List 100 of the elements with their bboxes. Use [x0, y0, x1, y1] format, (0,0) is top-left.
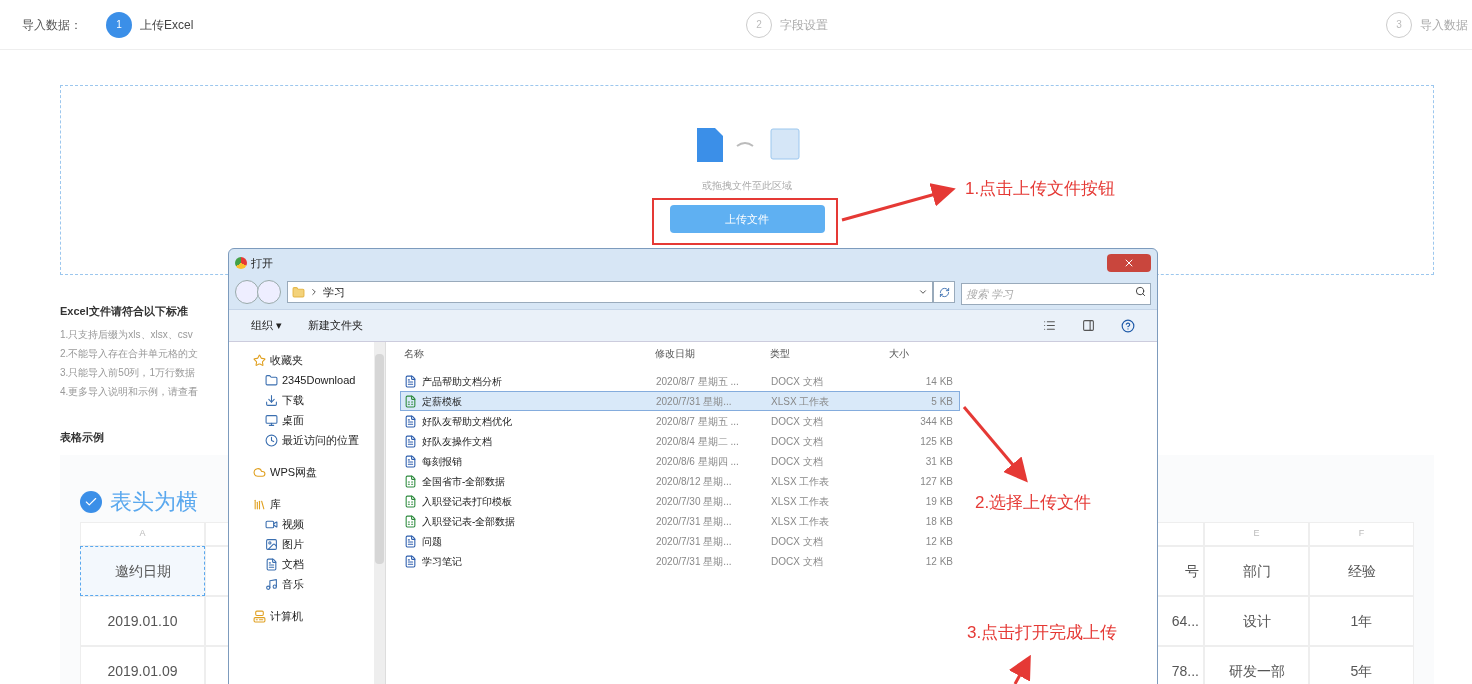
file-row[interactable]: 每刻报销 2020/8/6 星期四 ... DOCX 文档 31 KB — [400, 451, 960, 471]
file-row[interactable]: 入职登记表-全部数据 2020/7/31 星期... XLSX 工作表 18 KB — [400, 511, 960, 531]
column-header[interactable]: 修改日期 — [655, 345, 770, 361]
preview-pane-icon[interactable] — [1082, 319, 1095, 332]
annotation-text: 3.点击打开完成上传 — [967, 622, 1118, 644]
search-icon — [1135, 286, 1146, 297]
sidebar-item[interactable]: 最近访问的位置 — [253, 432, 374, 449]
file-row[interactable]: 好队友帮助文档优化 2020/8/7 星期五 ... DOCX 文档 344 KB — [400, 411, 960, 431]
annotation-text: 2.选择上传文件 — [975, 492, 1092, 514]
file-size: 12 KB — [924, 534, 954, 549]
file-name: 定薪模板 — [422, 394, 462, 409]
file-row[interactable]: 好队友操作文档 2020/8/4 星期二 ... DOCX 文档 125 KB — [400, 431, 960, 451]
file-name: 入职登记表-全部数据 — [422, 514, 516, 529]
file-type: DOCX 文档 — [771, 374, 824, 389]
file-date: 2020/7/31 星期... — [656, 394, 733, 409]
file-size: 19 KB — [924, 494, 954, 509]
dropdown-icon[interactable] — [918, 287, 928, 297]
sidebar-item[interactable]: 文档 — [253, 556, 374, 573]
file-name: 问题 — [422, 534, 442, 549]
file-date: 2020/8/7 星期五 ... — [656, 374, 740, 389]
file-size: 12 KB — [924, 554, 954, 569]
close-icon — [1123, 257, 1135, 269]
sidebar-item[interactable]: 图片 — [253, 536, 374, 553]
step-title: 导入数据 — [1420, 16, 1468, 34]
sidebar-item[interactable]: 桌面 — [253, 412, 374, 429]
file-date: 2020/7/31 星期... — [656, 514, 733, 529]
sidebar-item[interactable]: 收藏夹 — [253, 352, 374, 369]
file-date: 2020/7/30 星期... — [656, 494, 733, 509]
file-date: 2020/7/31 星期... — [656, 534, 733, 549]
column-header[interactable]: 类型 — [770, 345, 885, 361]
file-size: 14 KB — [924, 374, 954, 389]
table-cell: 部门 — [1204, 546, 1309, 596]
document-file-icon — [404, 434, 417, 448]
forward-button[interactable] — [257, 280, 281, 304]
sidebar-item[interactable]: 2345Download — [253, 372, 374, 389]
file-type: DOCX 文档 — [771, 434, 824, 449]
sidebar-group-icon — [253, 498, 266, 511]
sidebar-item[interactable]: 库 — [253, 496, 374, 513]
file-date: 2020/8/6 星期四 ... — [656, 454, 740, 469]
sidebar-group-icon — [253, 466, 266, 479]
sidebar-group-icon — [253, 610, 266, 623]
example-title: 表格示例 — [60, 429, 104, 445]
file-type: XLSX 工作表 — [771, 494, 831, 509]
table-cell: 2019.01.09 — [80, 646, 205, 684]
document-file-icon — [404, 414, 417, 428]
spreadsheet-file-icon — [404, 394, 417, 408]
criteria-title: Excel文件请符合以下标准 — [60, 304, 188, 319]
table-cell: 邀约日期 — [80, 546, 205, 596]
file-size: 5 KB — [930, 394, 954, 409]
refresh-icon — [938, 286, 950, 298]
sidebar-item-icon — [265, 374, 278, 387]
file-name: 好队友帮助文档优化 — [422, 414, 512, 429]
column-header[interactable]: 名称 — [400, 345, 655, 361]
chevron-right-icon — [309, 287, 319, 297]
file-type: DOCX 文档 — [771, 554, 824, 569]
address-bar[interactable]: 学习 — [287, 281, 933, 303]
view-list-icon[interactable] — [1043, 319, 1056, 332]
folder-icon — [292, 285, 305, 299]
sidebar-item[interactable]: 下载 — [253, 392, 374, 409]
file-name: 学习笔记 — [422, 554, 462, 569]
sidebar-item[interactable]: 视频 — [253, 516, 374, 533]
toolbar-button[interactable]: 新建文件夹 — [308, 317, 364, 334]
sidebar-item-icon — [265, 414, 278, 427]
file-name: 产品帮助文档分析 — [422, 374, 502, 389]
file-row[interactable]: 入职登记表打印模板 2020/7/30 星期... XLSX 工作表 19 KB — [400, 491, 960, 511]
toolbar-button[interactable]: 组织 ▾ — [251, 317, 283, 334]
sidebar-item[interactable]: 计算机 — [253, 608, 374, 625]
scrollbar[interactable] — [374, 342, 385, 684]
column-header[interactable]: 大小 — [885, 345, 955, 361]
help-icon[interactable] — [1121, 318, 1135, 333]
table-cell: 2019.01.10 — [80, 596, 205, 646]
criteria-item: 2.不能导入存在合并单元格的文 — [60, 346, 199, 361]
sidebar-item-icon — [265, 538, 278, 551]
sidebar-item[interactable]: 音乐 — [253, 576, 374, 593]
file-row[interactable]: 全国省市-全部数据 2020/8/12 星期... XLSX 工作表 127 KB — [400, 471, 960, 491]
sidebar-item[interactable]: WPS网盘 — [253, 464, 374, 481]
file-row[interactable]: 产品帮助文档分析 2020/8/7 星期五 ... DOCX 文档 14 KB — [400, 371, 960, 391]
file-row[interactable]: 定薪模板 2020/7/31 星期... XLSX 工作表 5 KB — [400, 391, 960, 411]
file-size: 18 KB — [924, 514, 954, 529]
file-row[interactable]: 学习笔记 2020/7/31 星期... DOCX 文档 12 KB — [400, 551, 960, 571]
column-letter: F — [1309, 522, 1414, 546]
example-heading: 表头为横 — [110, 488, 198, 516]
sidebar-group-icon — [253, 354, 266, 367]
close-button[interactable] — [1107, 254, 1151, 272]
address-path: 学习 — [323, 284, 345, 300]
table-cell: 研发一部 — [1204, 646, 1309, 684]
search-field[interactable]: 搜索 学习 — [961, 283, 1151, 305]
file-row[interactable]: 问题 2020/7/31 星期... DOCX 文档 12 KB — [400, 531, 960, 551]
table-cell: 5年 — [1309, 646, 1414, 684]
sidebar-item-icon — [265, 518, 278, 531]
table-cell: 经验 — [1309, 546, 1414, 596]
file-date: 2020/7/31 星期... — [656, 554, 733, 569]
criteria-item: 3.只能导入前50列，1万行数据 — [60, 365, 196, 380]
document-file-icon — [404, 534, 417, 548]
document-file-icon — [404, 454, 417, 468]
back-button[interactable] — [235, 280, 259, 304]
spreadsheet-file-icon — [404, 494, 417, 508]
criteria-item: 1.只支持后缀为xls、xlsx、csv — [60, 327, 193, 342]
refresh-button[interactable] — [933, 281, 955, 303]
file-size: 127 KB — [919, 474, 954, 489]
